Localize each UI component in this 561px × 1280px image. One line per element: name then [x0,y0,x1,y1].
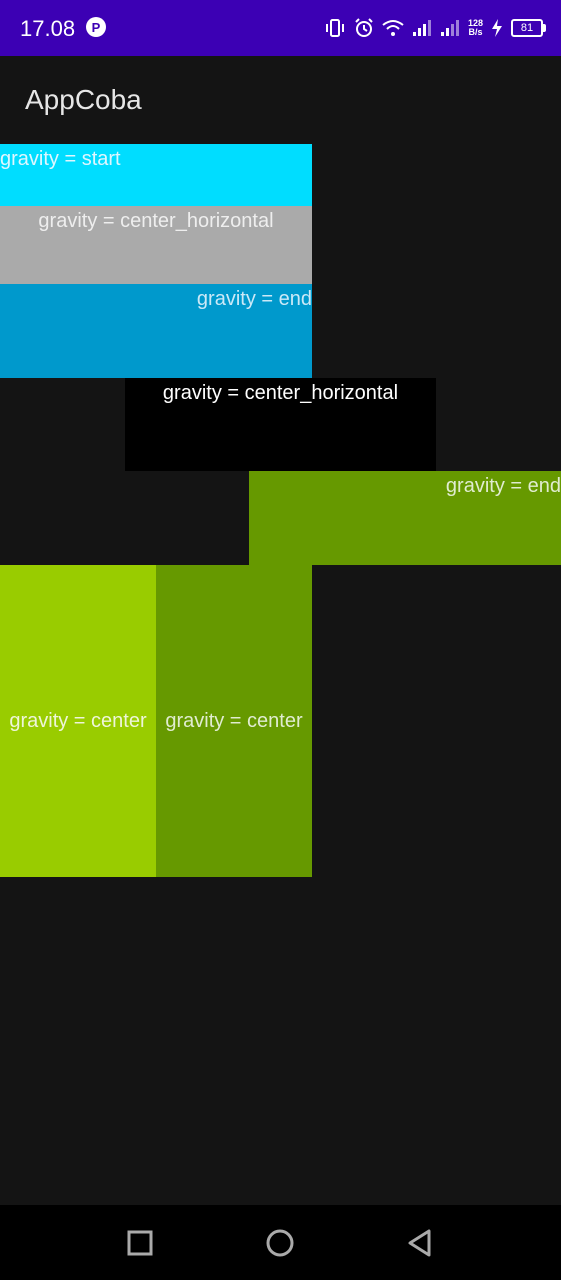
textview-gravity-end: gravity = end [0,284,312,378]
back-button[interactable] [404,1227,436,1259]
back-icon [408,1229,431,1257]
charging-icon [491,19,503,37]
notification-app-icon: P [86,17,106,37]
navigation-bar [0,1205,561,1280]
content-area: gravity = start gravity = center_horizon… [0,144,561,1205]
textview-label: gravity = end [445,475,561,497]
network-speed-unit: B/s [468,27,483,37]
textview-gravity-center-left: gravity = center [0,565,156,877]
alarm-icon [354,18,374,38]
textview-label: gravity = center [165,709,303,732]
textview-gravity-end-green: gravity = end [249,471,561,565]
vibrate-icon [324,18,346,38]
textview-gravity-start: gravity = start [0,144,312,206]
textview-label: gravity = center [9,709,147,732]
textview-label: gravity = center_horizontal [162,382,399,404]
battery-indicator: 81 [511,19,546,37]
app-bar: AppCoba [0,56,561,144]
wifi-icon [382,19,404,37]
textview-gravity-center-horizontal: gravity = center_horizontal [0,206,312,284]
textview-gravity-center-horizontal-dark: gravity = center_horizontal [125,378,436,471]
textview-label: gravity = start [0,148,121,170]
recents-button[interactable] [124,1227,156,1259]
status-bar: 17.08 P 128 B/s 81 [0,0,561,56]
textview-label: gravity = end [196,288,312,310]
textview-label: gravity = center_horizontal [38,210,274,232]
network-speed: 128 B/s [468,19,483,37]
app-title: AppCoba [25,84,142,115]
status-icons: 128 B/s 81 [324,15,546,41]
recents-icon [127,1230,153,1256]
textview-gravity-center-right: gravity = center [156,565,312,877]
signal-icon [440,19,460,37]
home-icon [266,1229,294,1257]
status-time: 17.08 [20,16,76,41]
signal-icon [412,19,432,37]
home-button[interactable] [264,1227,296,1259]
